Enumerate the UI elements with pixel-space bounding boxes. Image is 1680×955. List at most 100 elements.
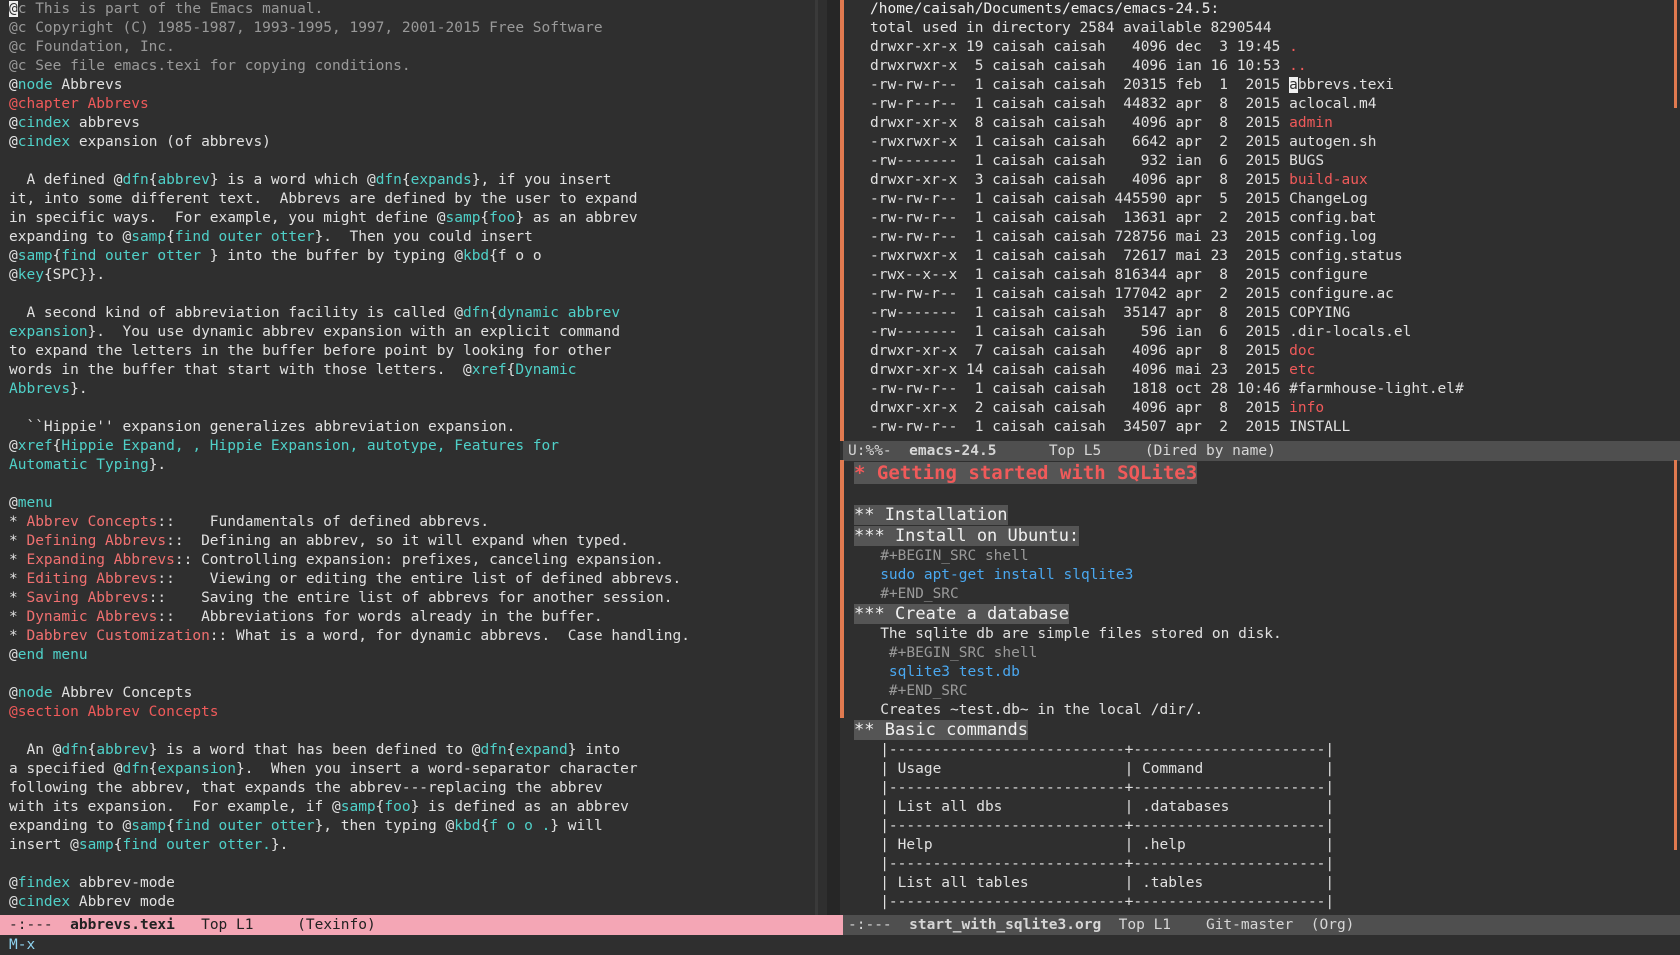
minibuffer[interactable]: M-x [0,935,1680,955]
dired-group: caisah [1053,419,1106,435]
text-segment: }, if you insert [471,172,612,188]
dired-user: caisah [992,172,1045,188]
dired-row[interactable]: -rw------- 1 caisah caisah 596 ian 6 201… [870,323,1680,342]
dired-filename[interactable]: configure.ac [1289,286,1394,302]
text-segment: Hippie Expand, , Hippie Expansion, autot… [61,438,559,454]
dired-perm: drwxr-xr-x [870,400,958,416]
dired-row[interactable]: -rwxrwxr-x 1 caisah caisah 72617 mai 23 … [870,247,1680,266]
dired-perm: drwxr-xr-x [870,39,958,55]
dired-row[interactable]: -rw-rw-r-- 1 caisah caisah 13631 apr 2 2… [870,209,1680,228]
text-segment: f o o . [489,818,551,834]
dired-row[interactable]: -rw-rw-r-- 1 caisah caisah 177042 apr 2 … [870,285,1680,304]
org-heading[interactable]: *** Create a database [854,604,1680,625]
dired-filename[interactable]: autogen.sh [1289,134,1376,150]
left-scrollbar[interactable] [815,0,818,915]
dired-group: caisah [1053,153,1106,169]
window-divider[interactable] [827,0,840,915]
dired-row[interactable]: drwxr-xr-x 19 caisah caisah 4096 dec 3 1… [870,38,1680,57]
modeline-mode: (Dired by name) [1144,443,1276,459]
text-line: @node Abbrev Concepts [9,684,827,703]
modeline-dired[interactable]: U:%%- emacs-24.5 Top L5 (Dired by name) [843,441,1680,461]
text-segment: @ [9,134,18,150]
dired-filename[interactable]: ChangeLog [1289,191,1368,207]
text-segment: find outer otter [61,248,210,264]
texinfo-buffer[interactable]: @c This is part of the Emacs manual. @c C… [0,0,827,915]
dired-filename[interactable]: . [1289,39,1298,55]
dired-time: 10:46 [1236,381,1281,397]
text-segment: dfn [375,172,402,188]
dired-group: caisah [1053,362,1106,378]
text-segment: Dabbrev Customization [26,628,210,644]
dired-month: dec [1175,39,1202,55]
dired-filename[interactable]: INSTALL [1289,419,1350,435]
dired-row[interactable]: -rw-rw-r-- 1 caisah caisah 20315 feb 1 2… [870,76,1680,95]
dired-user: caisah [992,381,1045,397]
org-buffer[interactable]: * Getting started with SQLite3 ** Instal… [840,460,1680,915]
dired-filename[interactable]: BUGS [1289,153,1324,169]
dired-links: 1 [966,77,984,93]
dired-scrollbar[interactable] [1674,0,1677,108]
dired-row[interactable]: -rw-rw-r-- 1 caisah caisah 445590 apr 5 … [870,190,1680,209]
text-line: words in the buffer that start with thos… [9,361,827,380]
text-line [9,665,827,684]
text-segment: abbrev-mode [70,875,175,891]
dired-filename[interactable]: config.log [1289,229,1376,245]
dired-perm: -rw------- [870,324,958,340]
dired-filename[interactable]: COPYING [1289,305,1350,321]
dired-row[interactable]: -rw-rw-r-- 1 caisah caisah 728756 mai 23… [870,228,1680,247]
dired-filename[interactable]: #farmhouse-light.el# [1289,381,1464,397]
org-scrollbar[interactable] [1674,460,1677,850]
dired-filename[interactable]: etc [1289,362,1315,378]
modeline-org[interactable]: -:--- start_with_sqlite3.org Top L1 Git-… [843,915,1680,935]
dired-buffer[interactable]: /home/caisah/Documents/emacs/emacs-24.5:… [840,0,1680,441]
org-heading[interactable]: ** Installation [854,505,1680,526]
text-segment: insert @ [9,837,79,853]
dired-perm: -rw-r--r-- [870,96,958,112]
dired-row[interactable]: -rw------- 1 caisah caisah 932 ian 6 201… [870,152,1680,171]
text-segment: dfn [122,172,149,188]
dired-filename[interactable]: .. [1289,58,1306,74]
dired-filename[interactable]: build-aux [1289,172,1368,188]
org-heading-text: * Getting started with SQLite3 [854,462,1198,484]
org-heading[interactable]: *** Install on Ubuntu: [854,526,1680,547]
dired-filename[interactable]: config.status [1289,248,1403,264]
dired-row[interactable]: drwxr-xr-x 8 caisah caisah 4096 apr 8 20… [870,114,1680,133]
text-segment: @c Copyright (C) 1985-1987, 1993-1995, 1… [9,20,603,36]
text-line: expansion}. You use dynamic abbrev expan… [9,323,827,342]
dired-filename[interactable]: .dir-locals.el [1289,324,1411,340]
dired-header: /home/caisah/Documents/emacs/emacs-24.5: [870,1,1220,17]
dired-row[interactable]: drwxr-xr-x 7 caisah caisah 4096 apr 8 20… [870,342,1680,361]
dired-row[interactable]: -rw-rw-r-- 1 caisah caisah 34507 apr 2 2… [870,418,1680,437]
text-segment: dfn [122,761,149,777]
org-heading[interactable]: ** Basic commands [854,720,1680,741]
dired-filename[interactable]: config.bat [1289,210,1376,226]
dired-filename[interactable]: admin [1289,115,1333,131]
dired-filename[interactable]: configure [1289,267,1368,283]
org-line-text: |---------------------------+-----------… [854,742,1335,758]
dired-month: apr [1175,172,1202,188]
dired-perm: drwxr-xr-x [870,362,958,378]
dired-row[interactable]: -rw------- 1 caisah caisah 35147 apr 8 2… [870,304,1680,323]
dired-row[interactable]: drwxrwxr-x 5 caisah caisah 4096 ian 16 1… [870,57,1680,76]
dired-row[interactable]: -rw-r--r-- 1 caisah caisah 44832 apr 8 2… [870,95,1680,114]
dired-row[interactable]: drwxr-xr-x 2 caisah caisah 4096 apr 8 20… [870,399,1680,418]
dired-month: apr [1175,343,1202,359]
dired-row[interactable]: drwxr-xr-x 3 caisah caisah 4096 apr 8 20… [870,171,1680,190]
org-line: Creates ~test.db~ in the local /dir/. [854,701,1680,720]
modeline-texinfo[interactable]: -:--- abbrevs.texi Top L1 (Texinfo) [0,915,843,935]
dired-group: caisah [1053,39,1106,55]
dired-row[interactable]: -rw-rw-r-- 1 caisah caisah 1818 oct 28 1… [870,380,1680,399]
dired-row[interactable]: drwxr-xr-x 14 caisah caisah 4096 mai 23 … [870,361,1680,380]
dired-row[interactable]: -rwxrwxr-x 1 caisah caisah 6642 apr 2 20… [870,133,1680,152]
org-heading-text: *** Create a database [854,604,1069,624]
text-segment: @ [9,438,18,454]
text-line: a specified @dfn{expansion}. When you in… [9,760,827,779]
dired-month: apr [1175,115,1202,131]
text-segment: }. Then you could insert [314,229,533,245]
dired-filename[interactable]: info [1289,400,1324,416]
org-heading[interactable]: * Getting started with SQLite3 [854,460,1680,486]
dired-filename[interactable]: doc [1289,343,1315,359]
dired-filename[interactable]: abbrevs.texi [1289,77,1394,93]
dired-row[interactable]: -rwx--x--x 1 caisah caisah 816344 apr 8 … [870,266,1680,285]
dired-filename[interactable]: aclocal.m4 [1289,96,1376,112]
